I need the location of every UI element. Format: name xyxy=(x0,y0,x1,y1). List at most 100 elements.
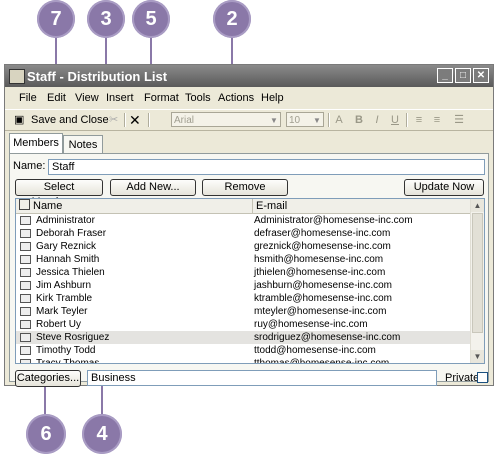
list-item[interactable]: Jessica Thielen jthielen@homesense-inc.co… xyxy=(16,266,472,279)
menu-tools[interactable]: Tools xyxy=(185,92,211,104)
list-item[interactable]: Kirk Tramble ktramble@homesense-inc.com xyxy=(16,292,472,305)
menu-format[interactable]: Format xyxy=(144,92,179,104)
contact-icon xyxy=(20,229,31,238)
contact-icon xyxy=(20,307,31,316)
align-center-icon[interactable]: ≡ xyxy=(429,112,445,128)
member-name: Hannah Smith xyxy=(36,254,100,265)
vertical-scrollbar[interactable]: ▲ ▼ xyxy=(470,199,484,363)
window-icon[interactable] xyxy=(9,69,25,84)
tab-members[interactable]: Members xyxy=(9,133,63,154)
list-item[interactable]: Jim Ashburn jashburn@homesense-inc.com xyxy=(16,279,472,292)
member-name: Steve Rosriguez xyxy=(36,332,110,343)
font-color-icon[interactable]: A xyxy=(331,112,347,128)
menu-view[interactable]: View xyxy=(75,92,99,104)
contact-icon xyxy=(20,255,31,264)
member-name: Deborah Fraser xyxy=(36,228,107,239)
callout-4: 4 xyxy=(82,414,122,454)
name-label: Name: xyxy=(13,160,46,172)
list-item[interactable]: Administrator Administrator@homesense-inc… xyxy=(16,214,472,227)
contact-icon xyxy=(20,216,31,225)
menu-bar: File Edit View Insert Format Tools Actio… xyxy=(5,89,493,107)
member-name: Kirk Tramble xyxy=(36,293,93,304)
scroll-thumb[interactable] xyxy=(472,213,483,333)
minimize-button[interactable]: _ xyxy=(437,68,453,83)
list-item[interactable]: Steve Rosriguez srodriguez@homesense-inc.… xyxy=(16,331,472,344)
italic-icon[interactable]: I xyxy=(369,112,385,128)
scroll-up-icon[interactable]: ▲ xyxy=(471,199,484,212)
callout-2: 2 xyxy=(213,0,251,38)
font-name-value: Arial xyxy=(174,115,195,126)
member-name: Jessica Thielen xyxy=(36,267,105,278)
member-email: jthielen@homesense-inc.com xyxy=(254,267,386,278)
column-name-label: Name xyxy=(33,200,63,212)
member-email: ttodd@homesense-inc.com xyxy=(254,345,376,356)
members-panel: Name: Staff Select Members... Add New...… xyxy=(9,153,489,382)
remove-button[interactable]: Remove xyxy=(202,179,288,196)
toolbar-separator xyxy=(148,113,150,127)
column-email[interactable]: E-mail xyxy=(253,199,472,213)
align-left-icon[interactable]: ≡ xyxy=(411,112,427,128)
categories-field[interactable]: Business xyxy=(87,370,437,386)
contact-icon xyxy=(20,333,31,342)
contact-icon xyxy=(20,281,31,290)
member-email: Administrator@homesense-inc.com xyxy=(254,215,413,226)
member-email: greznick@homesense-inc.com xyxy=(254,241,391,252)
menu-actions[interactable]: Actions xyxy=(218,92,254,104)
categories-button[interactable]: Categories... xyxy=(15,370,81,387)
maximize-button[interactable]: □ xyxy=(455,68,471,83)
column-email-label: E-mail xyxy=(256,200,288,212)
list-item[interactable]: Tracy Thomas tthomas@homesense-inc.com xyxy=(16,357,472,364)
save-and-close-button[interactable]: Save and Close xyxy=(31,112,109,128)
update-now-button[interactable]: Update Now xyxy=(404,179,484,196)
list-item[interactable]: Hannah Smith hsmith@homesense-inc.com xyxy=(16,253,472,266)
callout-5: 5 xyxy=(132,0,170,38)
contact-icon xyxy=(19,199,30,210)
toolbar-separator xyxy=(406,113,408,127)
member-name: Timothy Todd xyxy=(36,345,96,356)
menu-file[interactable]: File xyxy=(19,92,37,104)
font-size-combo[interactable]: 10 ▼ xyxy=(286,112,324,127)
chevron-down-icon: ▼ xyxy=(270,116,278,125)
font-size-value: 10 xyxy=(289,115,301,126)
menu-insert[interactable]: Insert xyxy=(106,92,134,104)
list-item[interactable]: Robert Uy ruy@homesense-inc.com xyxy=(16,318,472,331)
delete-icon[interactable]: ✕ xyxy=(129,112,141,128)
contact-icon xyxy=(20,359,31,363)
private-checkbox[interactable] xyxy=(477,372,488,383)
contact-icon xyxy=(20,346,31,355)
chevron-down-icon: ▼ xyxy=(313,116,321,125)
callout-6-line xyxy=(44,384,46,414)
window-title: Staff - Distribution List xyxy=(27,69,168,84)
close-button[interactable]: ✕ xyxy=(473,68,489,83)
save-icon: ▣ xyxy=(14,114,25,126)
member-email: srodriguez@homesense-inc.com xyxy=(254,332,401,343)
select-members-button[interactable]: Select Members... xyxy=(15,179,103,208)
bold-icon[interactable]: B xyxy=(351,112,367,128)
list-item[interactable]: Gary Reznick greznick@homesense-inc.com xyxy=(16,240,472,253)
toolbar-separator xyxy=(328,113,330,127)
menu-edit[interactable]: Edit xyxy=(47,92,66,104)
callout-6: 6 xyxy=(26,414,66,454)
name-field[interactable]: Staff xyxy=(48,159,485,175)
list-item[interactable]: Deborah Fraser defraser@homesense-inc.com xyxy=(16,227,472,240)
members-list[interactable]: Name E-mail Administrator Administrator@h… xyxy=(15,198,485,364)
member-name: Administrator xyxy=(36,215,95,226)
member-email: tthomas@homesense-inc.com xyxy=(254,358,390,364)
bullets-icon[interactable]: ☰ xyxy=(451,112,467,128)
contact-icon xyxy=(20,320,31,329)
list-item[interactable]: Timothy Todd ttodd@homesense-inc.com xyxy=(16,344,472,357)
cut-icon[interactable]: ✂ xyxy=(109,112,118,128)
member-email: ruy@homesense-inc.com xyxy=(254,319,368,330)
title-bar[interactable]: Staff - Distribution List _ □ ✕ xyxy=(5,65,493,87)
scroll-down-icon[interactable]: ▼ xyxy=(471,350,484,363)
add-new-button[interactable]: Add New... xyxy=(110,179,196,196)
toolbar: ▣ Save and Close ✂ ✕ Arial ▼ 10 ▼ A B I … xyxy=(5,109,493,131)
menu-help[interactable]: Help xyxy=(261,92,284,104)
underline-icon[interactable]: U xyxy=(387,112,403,128)
column-name[interactable]: Name xyxy=(16,199,253,213)
tab-notes[interactable]: Notes xyxy=(63,135,103,154)
font-name-combo[interactable]: Arial ▼ xyxy=(171,112,281,127)
callout-7: 7 xyxy=(37,0,75,38)
list-item[interactable]: Mark Teyler mteyler@homesense-inc.com xyxy=(16,305,472,318)
member-name: Mark Teyler xyxy=(36,306,88,317)
